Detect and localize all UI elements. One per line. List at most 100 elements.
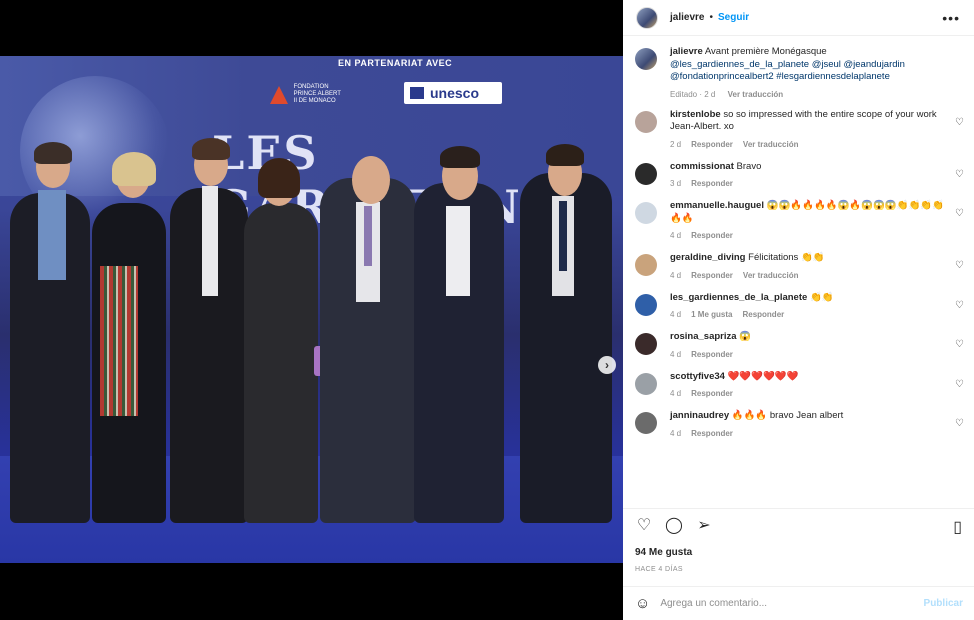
comment-item: scottyfive34 ❤️❤️❤️❤️❤️❤️ 4 d Responder ♡ [623, 371, 974, 399]
translate-link[interactable]: Ver traducción [743, 140, 799, 149]
person-hair [112, 152, 156, 186]
comment-like-icon[interactable]: ♡ [955, 260, 964, 271]
comment-body: kirstenlobe so so impressed with the ent… [670, 109, 950, 149]
comment-username[interactable]: scottyfive34 [670, 371, 725, 382]
comment-body: commissionat Bravo 3 d Responder [670, 161, 950, 189]
comment-like-icon[interactable]: ♡ [955, 418, 964, 429]
comment-avatar[interactable] [635, 110, 657, 133]
post-side-panel: jalievre • Seguir ••• jalievre Avant pre… [623, 0, 974, 620]
comment-text: Félicitations 👏👏 [748, 252, 825, 263]
comment-body: geraldine_diving Félicitations 👏👏 4 d Resp… [670, 252, 950, 280]
author-avatar[interactable] [636, 6, 658, 29]
caption-username[interactable]: jalievre [670, 46, 703, 57]
person-tie [559, 201, 567, 271]
comment-username[interactable]: emmanuelle.hauguel [670, 200, 764, 211]
comment-avatar[interactable] [635, 162, 657, 185]
comment-username[interactable]: les_gardiennes_de_la_planete [670, 292, 807, 303]
comment-username[interactable]: janninaudrey [670, 410, 729, 421]
person-shirt [446, 206, 470, 296]
comment-avatar[interactable] [635, 293, 657, 316]
comment-text: 🔥🔥🔥 bravo Jean albert [731, 410, 844, 421]
author-username[interactable]: jalievre [670, 12, 704, 23]
comment-age: 3 d [670, 179, 682, 188]
comment-item: les_gardiennes_de_la_planete 👏👏 4 d 1 Me g… [623, 292, 974, 320]
comment-age: 2 d [670, 139, 682, 149]
comment-item: emmanuelle.hauguel 😱😱🔥🔥🔥🔥😱🔥😱😱😱👏👏👏👏🔥🔥 4 dR… [623, 200, 974, 240]
comment-avatar[interactable] [635, 202, 657, 224]
header-separator: • [709, 12, 713, 23]
comment-like-icon[interactable]: ♡ [955, 208, 964, 219]
person [244, 203, 318, 523]
person-hair [440, 146, 480, 168]
comment-likes[interactable]: 1 Me gusta [691, 310, 732, 319]
person-hair [192, 138, 230, 160]
post-header: jalievre • Seguir ••• [623, 0, 974, 36]
comment-item: commissionat Bravo 3 d Responder ♡ [623, 161, 974, 189]
follow-button[interactable]: Seguir [718, 12, 749, 23]
reply-button[interactable]: Responder [691, 179, 733, 188]
comment-body: scottyfive34 ❤️❤️❤️❤️❤️❤️ 4 d Responder [670, 371, 950, 399]
backdrop-partner-text: EN PARTENARIAT AVEC [338, 58, 453, 68]
reply-button[interactable]: Responder [691, 429, 733, 438]
comment-item: geraldine_diving Félicitations 👏👏 4 d Resp… [623, 252, 974, 280]
comments-list[interactable]: jalievre Avant première Monégasque @les_… [623, 46, 974, 508]
caption-avatar[interactable] [635, 48, 657, 70]
comment-body: janninaudrey 🔥🔥🔥 bravo Jean albert 4 d Res… [670, 410, 950, 438]
comment-icon[interactable]: ◯ [665, 517, 683, 535]
plaid-skirt [100, 266, 138, 416]
bookmark-icon[interactable]: ▯ [953, 517, 962, 537]
comment-username[interactable]: rosina_saprizа [670, 331, 737, 342]
comment-input[interactable] [660, 598, 911, 609]
reply-button[interactable]: Responder [742, 310, 784, 319]
comment-text: Bravo [736, 160, 762, 172]
post-photo[interactable]: EN PARTENARIAT AVEC FONDATION PRINCE ALB… [0, 56, 623, 563]
comment-item: janninaudrey 🔥🔥🔥 bravo Jean albert 4 d Res… [623, 410, 974, 438]
person-hair [34, 142, 72, 164]
comment-avatar[interactable] [635, 333, 657, 355]
emoji-icon[interactable]: ☺ [635, 595, 650, 612]
comment-body: les_gardiennes_de_la_planete 👏👏 4 d 1 Me g… [670, 292, 950, 320]
person-tie [364, 206, 372, 266]
unesco-logo: unesco [404, 82, 502, 104]
comment-avatar[interactable] [635, 372, 657, 395]
post-actions: ♡ ◯ ➢ ▯ 94 Me gusta HACE 4 DÍAS [623, 508, 974, 586]
next-slide-button[interactable]: › [598, 356, 616, 374]
person-hair [258, 158, 300, 198]
reply-button[interactable]: Responder [691, 350, 733, 359]
caption-text: Avant première Monégasque [704, 46, 827, 57]
reply-button[interactable]: Responder [691, 389, 733, 398]
reply-button[interactable]: Responder [691, 140, 733, 149]
comment-age: 4 d [670, 349, 682, 359]
translate-link[interactable]: Ver traducción [743, 271, 799, 280]
comment-like-icon[interactable]: ♡ [955, 339, 964, 350]
reply-button[interactable]: Responder [691, 271, 733, 280]
comment-username[interactable]: kirstenlobe [670, 109, 721, 120]
publish-button[interactable]: Publicar [924, 598, 963, 609]
comment-username[interactable]: geraldine_diving [670, 252, 746, 263]
person-hair [546, 144, 584, 166]
comment-text: 😱 [739, 331, 752, 342]
comment-like-icon[interactable]: ♡ [955, 169, 964, 180]
foundation-triangle-icon [270, 85, 288, 104]
more-options-icon[interactable]: ••• [942, 10, 960, 26]
comment-body: emmanuelle.hauguel 😱😱🔥🔥🔥🔥😱🔥😱😱😱👏👏👏👏🔥🔥 4 dR… [670, 200, 950, 240]
comment-age: 4 d [670, 310, 682, 319]
foundation-logo: FONDATION PRINCE ALBERT II DE MONACO [270, 84, 346, 105]
comment-avatar[interactable] [635, 412, 657, 434]
post-caption: jalievre Avant première Monégasque @les_… [623, 46, 974, 99]
send-icon[interactable]: ➢ [695, 517, 713, 535]
add-comment-bar: ☺ Publicar [623, 586, 974, 620]
comment-like-icon[interactable]: ♡ [955, 117, 964, 128]
reply-button[interactable]: Responder [691, 231, 733, 240]
comment-avatar[interactable] [635, 254, 657, 276]
comment-like-icon[interactable]: ♡ [955, 379, 964, 390]
heart-icon[interactable]: ♡ [635, 517, 653, 535]
comment-age: 4 d [670, 428, 682, 438]
comment-like-icon[interactable]: ♡ [955, 300, 964, 311]
foundation-logo-text: FONDATION PRINCE ALBERT II DE MONACO [293, 84, 341, 104]
likes-count[interactable]: 94 Me gusta [635, 547, 692, 558]
comment-text: 👏👏 [809, 291, 834, 303]
caption-mentions[interactable]: @les_gardiennes_de_la_planete @jseul @je… [670, 59, 905, 83]
caption-translate-link[interactable]: Ver traducción [728, 90, 784, 99]
comment-username[interactable]: commissionat [670, 161, 734, 172]
